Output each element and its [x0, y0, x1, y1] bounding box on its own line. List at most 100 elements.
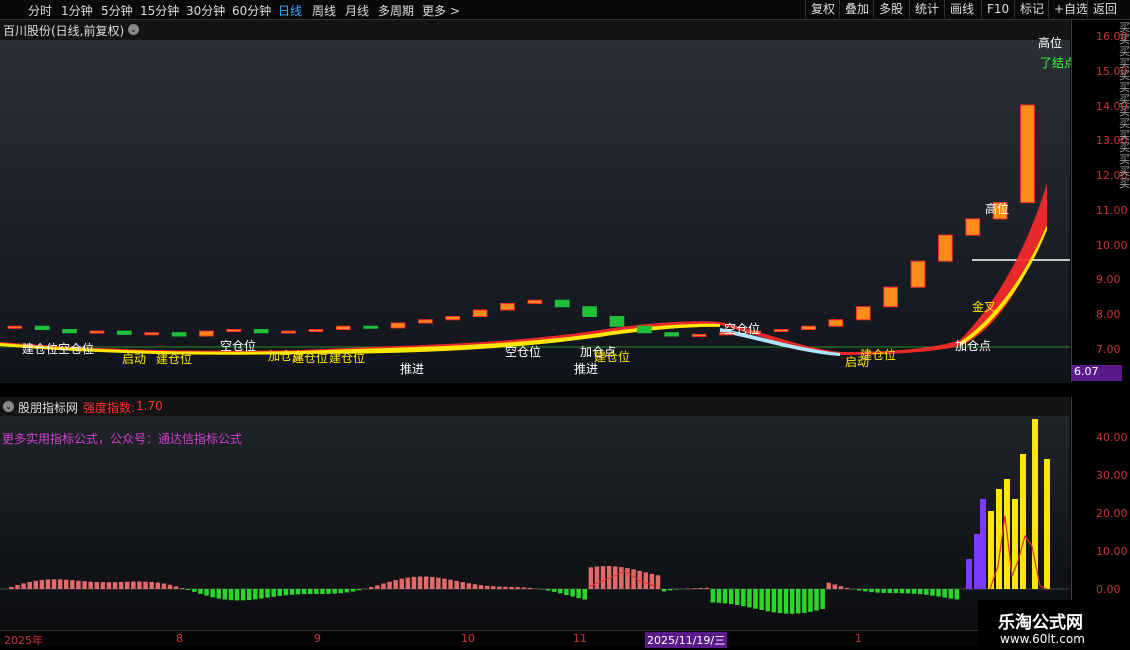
- period-tab[interactable]: 60分钟: [232, 2, 271, 19]
- candle: [226, 328, 242, 332]
- candle: [582, 306, 597, 317]
- histogram-bar: [576, 589, 581, 599]
- histogram-bar: [70, 580, 75, 589]
- stats-button[interactable]: 统计: [909, 0, 944, 18]
- histogram-bar: [728, 589, 734, 605]
- histogram-bar: [247, 589, 252, 600]
- histogram-bar: [466, 583, 472, 589]
- label-build-position: 建仓位: [22, 342, 59, 356]
- indicator-name[interactable]: 股朋指标网: [18, 399, 78, 416]
- multi-stock-button[interactable]: 多股: [873, 0, 908, 18]
- histogram-bar: [521, 587, 526, 589]
- histogram-bar: [619, 567, 624, 589]
- histogram-bar: [460, 582, 465, 589]
- period-tab[interactable]: 30分钟: [186, 2, 225, 19]
- label-empty-position: 空仓位: [505, 345, 542, 359]
- histogram-bar: [564, 589, 569, 595]
- f10-button[interactable]: F10: [981, 0, 1014, 18]
- mark-button[interactable]: 标记: [1014, 0, 1049, 18]
- label-add-position: 加仓点: [955, 339, 992, 353]
- indicator-svg: [0, 419, 1070, 614]
- chevron-down-icon[interactable]: ⌄: [3, 401, 14, 412]
- back-button[interactable]: 返回: [1087, 0, 1122, 18]
- histogram-bar: [375, 585, 380, 589]
- histogram-bar: [173, 586, 179, 589]
- period-tab[interactable]: 1分钟: [61, 2, 93, 19]
- period-tab[interactable]: 5分钟: [101, 2, 133, 19]
- y-tick: 40.00: [1096, 431, 1128, 444]
- histogram-bar: [759, 589, 764, 610]
- histogram-bar: [600, 566, 606, 589]
- strength-bar: [1020, 454, 1026, 589]
- histogram-bar: [76, 580, 81, 589]
- histogram-bar: [51, 579, 57, 589]
- histogram-bar: [155, 582, 160, 589]
- chart-title: 百川股份(日线,前复权): [3, 24, 125, 38]
- histogram-bar: [381, 583, 386, 589]
- histogram-bar: [192, 589, 197, 592]
- histogram-bar: [387, 581, 392, 589]
- y-tick: 8.00: [1096, 308, 1121, 321]
- period-tab[interactable]: 分时: [28, 2, 52, 19]
- histogram-bar: [918, 589, 923, 595]
- period-tab-active[interactable]: 日线: [278, 2, 302, 19]
- histogram-bar: [15, 585, 20, 589]
- label-advance: 推进: [574, 362, 599, 376]
- more-periods[interactable]: 更多 >: [422, 2, 460, 19]
- candle: [363, 325, 378, 329]
- histogram-bar: [308, 589, 313, 595]
- histogram-bar: [899, 589, 905, 594]
- histogram-bar: [594, 566, 600, 589]
- histogram-bar: [320, 589, 325, 594]
- overlay-button[interactable]: 叠加: [839, 0, 874, 18]
- histogram-bar: [503, 586, 508, 589]
- histogram-bar: [674, 589, 679, 590]
- histogram-bar: [94, 582, 99, 589]
- histogram-bar: [802, 589, 807, 613]
- chevron-down-icon[interactable]: ⌄: [128, 24, 139, 35]
- histogram-bar: [33, 580, 38, 589]
- histogram-bar: [875, 589, 880, 593]
- histogram-bar: [289, 589, 295, 595]
- fuquan-button[interactable]: 复权: [805, 0, 840, 18]
- histogram-bar: [411, 576, 417, 589]
- histogram-bar: [747, 589, 752, 608]
- period-tab[interactable]: 15分钟: [140, 2, 179, 19]
- histogram-bar: [478, 585, 484, 589]
- histogram-bar: [857, 589, 862, 591]
- indicator-chart[interactable]: 更多实用指标公式，公众号：通达信指标公式: [0, 416, 1070, 630]
- strength-label: 强度指数:: [83, 401, 136, 415]
- cursor-date: 2025/11/19/三: [645, 632, 728, 648]
- histogram-bar: [436, 577, 441, 589]
- histogram-bar: [82, 581, 87, 589]
- y-tick: 0.00: [1096, 583, 1121, 596]
- candle: [308, 328, 324, 332]
- candle: [7, 325, 23, 329]
- histogram-bar: [405, 577, 411, 589]
- period-tab[interactable]: 多周期: [378, 2, 414, 19]
- histogram-bar: [765, 589, 770, 612]
- histogram-bar: [265, 589, 270, 598]
- histogram-bar: [186, 589, 191, 590]
- draw-button[interactable]: 画线: [944, 0, 979, 18]
- histogram-bar: [826, 582, 831, 589]
- candle: [335, 325, 351, 330]
- histogram-bar: [686, 588, 691, 589]
- candle: [500, 302, 515, 311]
- histogram-bar: [832, 584, 838, 589]
- strength-value: 1.70: [136, 399, 163, 413]
- histogram-bar: [698, 587, 703, 589]
- histogram-bar: [9, 586, 14, 589]
- period-tab[interactable]: 月线: [345, 2, 369, 19]
- histogram-bar: [240, 589, 246, 601]
- histogram-bar: [350, 589, 356, 592]
- y-tick: 9.00: [1096, 273, 1121, 286]
- histogram-bar: [753, 589, 758, 609]
- histogram-bar: [838, 586, 844, 589]
- period-tab[interactable]: 周线: [312, 2, 336, 19]
- current-price-badge: 6.07: [1072, 365, 1122, 381]
- histogram-bar: [393, 580, 398, 589]
- main-chart[interactable]: 高位 了结点 高位 金叉 加仓点 建仓位 空仓位 启动 建仓位 空仓位 加仓点 …: [0, 36, 1076, 383]
- histogram-bar: [271, 589, 276, 597]
- histogram-bar: [893, 589, 899, 594]
